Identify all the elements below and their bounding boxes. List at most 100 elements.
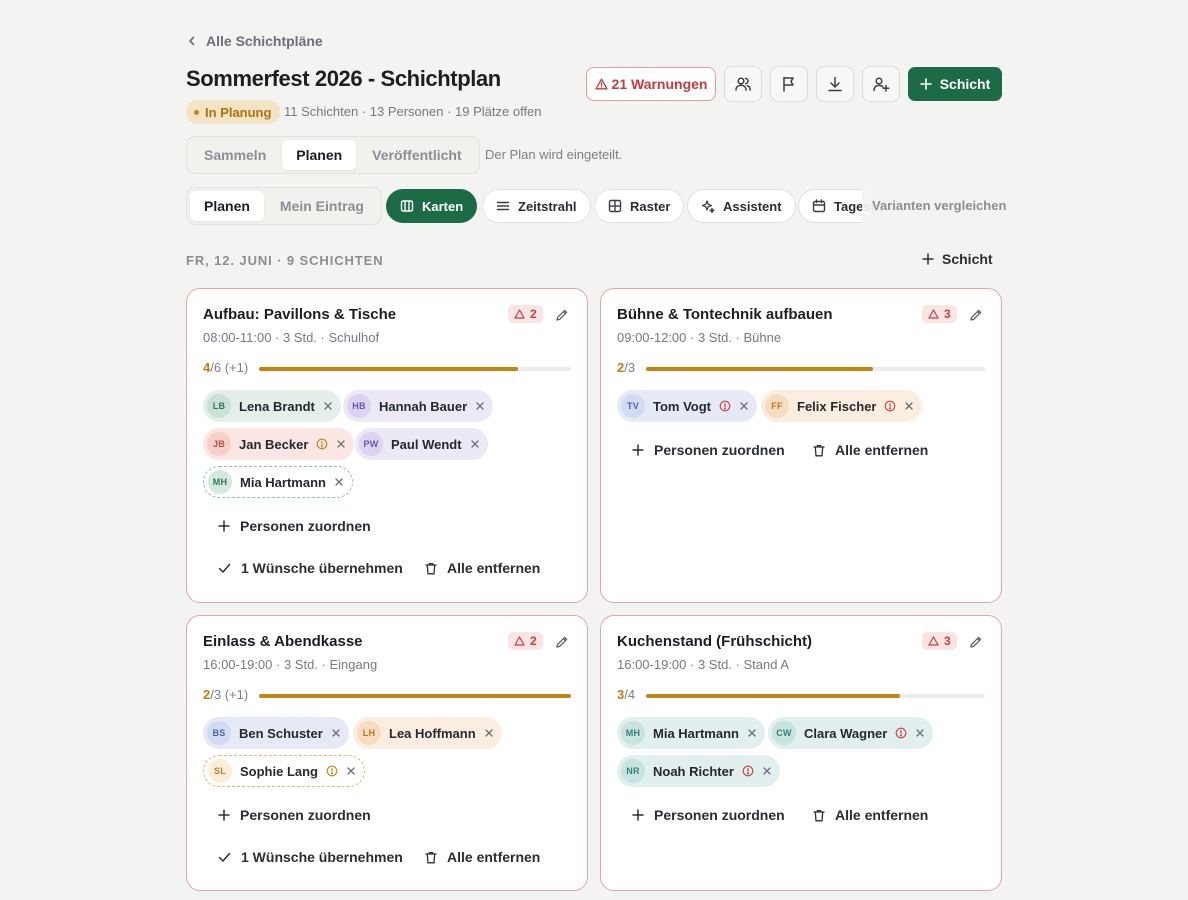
shift-card[interactable]: Bühne & Tontechnik aufbauen 09:00-12:00 … [600,288,1002,603]
progress-fill [259,367,518,371]
remove-icon[interactable] [334,477,344,487]
tab-sammeln[interactable]: Sammeln [190,140,280,170]
view-zeitstrahl-label: Zeitstrahl [518,198,577,214]
back-link[interactable]: Alle Schichtpläne [186,31,323,51]
info-icon[interactable] [719,400,731,412]
info-icon[interactable] [884,400,896,412]
shift-warning-badge[interactable]: 2 [508,632,543,650]
person-chip[interactable]: FF Felix Fischer [761,390,923,422]
person-chip[interactable]: PW Paul Wendt [355,428,488,460]
shift-warning-count: 3 [944,634,951,648]
shift-warning-count: 2 [530,307,537,321]
tab-veroeffentlicht[interactable]: Veröffentlicht [358,140,475,170]
person-chip[interactable]: NR Noah Richter [617,755,780,787]
person-chip[interactable]: HB Hannah Bauer [343,390,494,422]
add-shift-button[interactable]: Schicht [908,67,1002,101]
edit-shift-button[interactable] [969,635,983,649]
info-icon[interactable] [742,765,754,777]
remove-icon[interactable] [331,728,341,738]
people-button[interactable] [724,66,762,102]
avatar: SL [208,759,232,783]
remove-all-button[interactable]: Alle entfernen [425,849,540,865]
person-chip[interactable]: JB Jan Becker [203,428,355,460]
person-chip[interactable]: LH Lea Hoffmann [353,717,502,749]
remove-icon[interactable] [762,766,772,776]
accept-wishes-button[interactable]: 1 Wünsche übernehmen [218,560,403,576]
info-icon[interactable] [326,765,338,777]
assign-people-button[interactable]: Personen zuordnen [632,807,785,823]
remove-icon[interactable] [747,728,757,738]
capacity-text: /4 [624,687,636,702]
flag-button[interactable] [770,66,808,102]
warning-icon [514,636,525,646]
person-name: Paul Wendt [391,436,462,452]
person-chip[interactable]: MH Mia Hartmann [617,717,765,749]
edit-shift-button[interactable] [555,635,569,649]
view-raster[interactable]: Raster [594,189,685,223]
shift-card[interactable]: Aufbau: Pavillons & Tische 08:00-11:00 ·… [186,288,588,603]
day-add-shift-button[interactable]: Schicht [922,251,993,267]
remove-icon[interactable] [346,766,356,776]
avatar: BS [207,721,231,745]
plus-icon [922,253,934,265]
back-link-label: Alle Schichtpläne [206,33,323,49]
compare-variants-link[interactable]: Varianten vergleichen [872,198,1006,213]
shift-warning-badge[interactable]: 3 [922,305,957,323]
info-icon[interactable] [316,438,328,450]
assign-people-button[interactable]: Personen zuordnen [632,442,785,458]
assign-people-button[interactable]: Personen zuordnen [218,807,371,823]
avatar: NR [621,759,645,783]
remove-all-button[interactable]: Alle entfernen [813,442,928,458]
shift-card[interactable]: Kuchenstand (Frühschicht) 16:00-19:00 · … [600,615,1002,891]
person-chip[interactable]: MH Mia Hartmann [203,466,353,498]
shift-card[interactable]: Einlass & Abendkasse 16:00-19:00 · 3 Std… [186,615,588,891]
person-chip[interactable]: BS Ben Schuster [203,717,349,749]
pencil-icon [555,308,569,322]
day-add-shift-label: Schicht [942,251,993,267]
flag-icon [780,75,798,93]
view-assistent[interactable]: Assistent [687,189,796,223]
shift-warning-badge[interactable]: 2 [508,305,543,323]
warning-icon [594,78,608,90]
phase-tabs: Sammeln Planen Veröffentlicht [186,136,480,174]
tab-mode-planen[interactable]: Planen [190,191,264,221]
view-assistent-label: Assistent [723,198,782,214]
person-chip[interactable]: SL Sophie Lang [203,755,365,787]
info-icon[interactable] [895,727,907,739]
edit-shift-button[interactable] [969,308,983,322]
person-chip[interactable]: TV Tom Vogt [617,390,758,422]
shift-warning-badge[interactable]: 3 [922,632,957,650]
remove-icon[interactable] [915,728,925,738]
warnings-button[interactable]: 21 Warnungen [586,67,716,101]
remove-icon[interactable] [323,401,333,411]
remove-icon[interactable] [475,401,485,411]
remove-all-button[interactable]: Alle entfernen [425,560,540,576]
assign-people-button[interactable]: Personen zuordnen [218,518,371,534]
tab-mein-eintrag[interactable]: Mein Eintrag [266,191,378,221]
person-chip[interactable]: LB Lena Brandt [203,390,341,422]
view-karten[interactable]: Karten [386,189,478,223]
progress-bar [259,694,571,698]
remove-icon[interactable] [470,439,480,449]
person-name: Lea Hoffmann [389,725,476,741]
remove-all-button[interactable]: Alle entfernen [813,807,928,823]
check-icon [218,851,231,863]
tab-planen[interactable]: Planen [282,140,357,170]
shift-warning-count: 3 [944,307,951,321]
shift-title: Kuchenstand (Frühschicht) [617,633,813,650]
remove-icon[interactable] [336,439,346,449]
remove-icon[interactable] [484,728,494,738]
remove-icon[interactable] [904,401,914,411]
shift-warning-count: 2 [530,634,537,648]
person-chip[interactable]: CW Clara Wagner [768,717,934,749]
download-button[interactable] [816,66,854,102]
remove-icon[interactable] [739,401,749,411]
person-name: Tom Vogt [653,398,712,414]
download-icon [826,75,844,93]
remove-all-label: Alle entfernen [447,560,541,576]
capacity-text: /3 (+1) [210,687,249,702]
view-zeitstrahl[interactable]: Zeitstrahl [482,189,591,223]
accept-wishes-button[interactable]: 1 Wünsche übernehmen [218,849,403,865]
add-person-button[interactable] [862,66,900,102]
edit-shift-button[interactable] [555,308,569,322]
